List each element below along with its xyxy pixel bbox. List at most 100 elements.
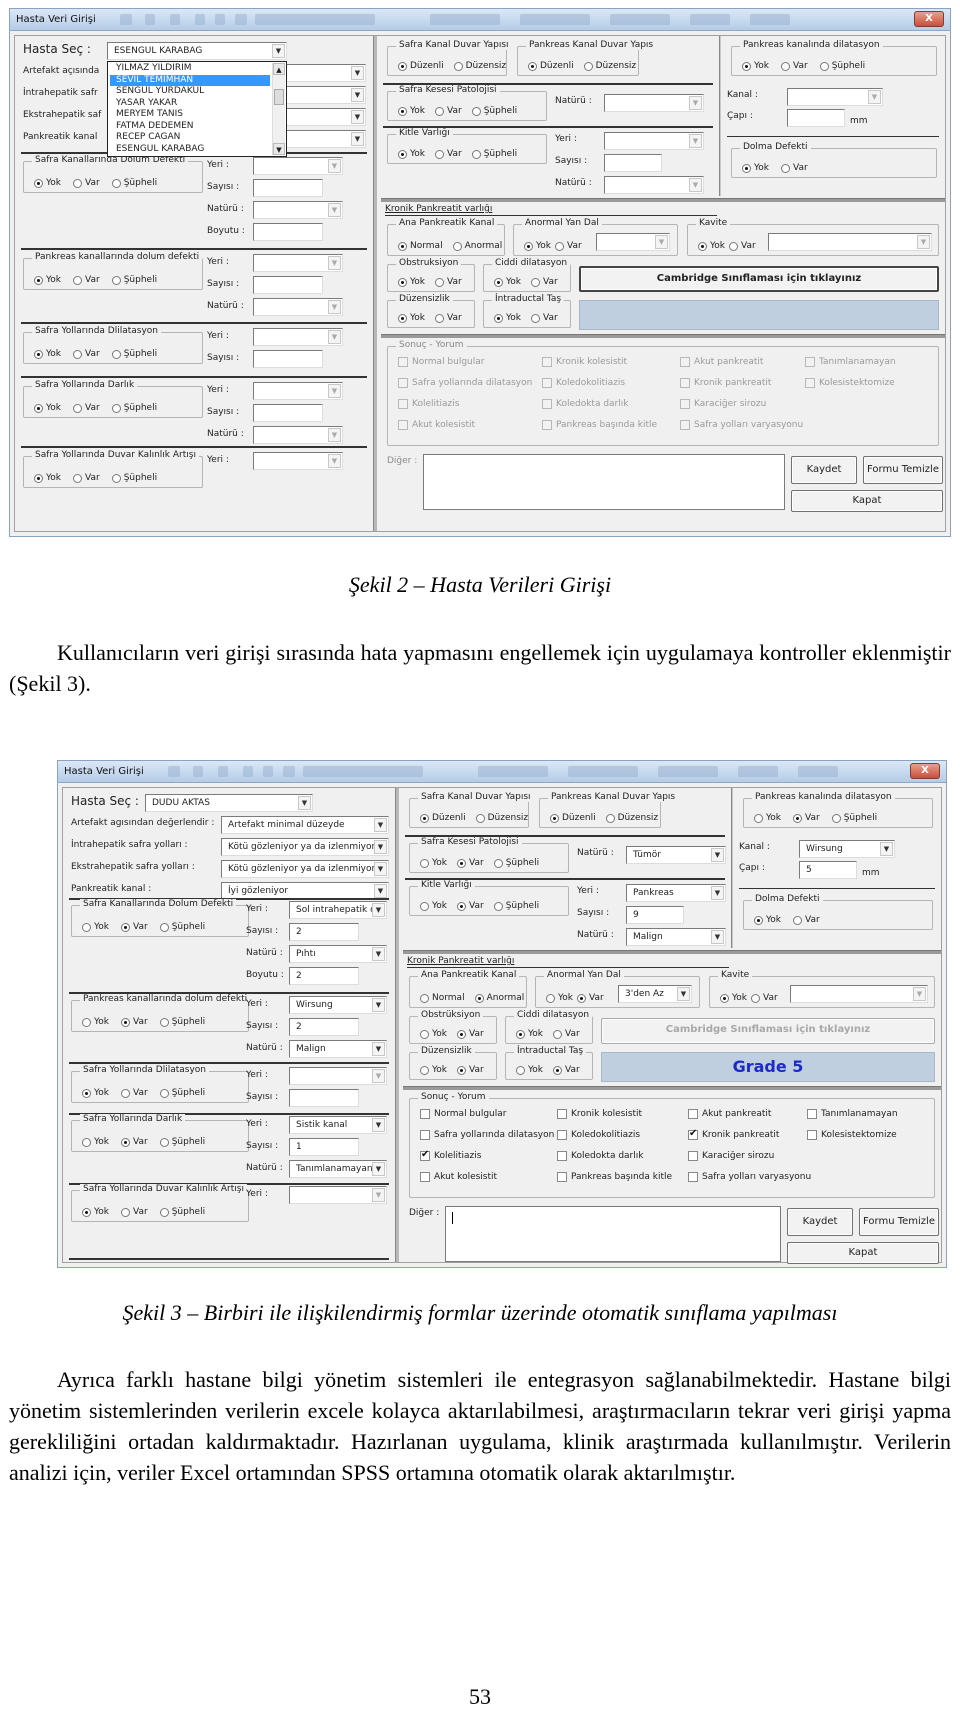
ciddi-radio-1[interactable]: Var <box>531 277 558 287</box>
sonuc-checkbox-item[interactable]: Safra yolları varyasyonu <box>680 420 803 430</box>
sonuc-checkbox-item[interactable]: Koledokta darlık <box>557 1151 643 1161</box>
radio-button-icon[interactable] <box>398 106 407 116</box>
radio-button-icon[interactable] <box>577 993 587 1003</box>
radio-button-icon[interactable] <box>831 813 841 823</box>
field-combo[interactable]: Tanımlanamayan ▼ <box>289 1160 387 1178</box>
intraductal-radio-1[interactable]: Var <box>531 313 558 323</box>
radio-button-icon[interactable] <box>742 61 751 71</box>
radio-button-icon[interactable] <box>121 1137 131 1147</box>
checkbox-icon[interactable] <box>542 420 552 430</box>
safra-kesesi-radio-0[interactable]: Yok <box>398 106 425 116</box>
hasta-sec-combo[interactable]: DUDU AKTAS ▼ <box>145 794 313 812</box>
left-group-4-radio-0[interactable]: Yok <box>82 1207 109 1217</box>
left-group-2-radio-0[interactable]: Yok <box>82 1088 109 1098</box>
pankreas-kanal-duvar-radio-0[interactable]: Düzenli <box>528 61 574 71</box>
radio-button-icon[interactable] <box>398 61 407 71</box>
radio-button-icon[interactable] <box>111 349 121 359</box>
sonuc-checkbox-item[interactable]: Kolelitiazis <box>420 1149 481 1161</box>
dropdown-option[interactable]: YILMAZ YILDIRIM <box>110 63 270 75</box>
field-text[interactable] <box>253 350 323 368</box>
field-text[interactable]: 1 <box>289 1138 359 1156</box>
radio-button-icon[interactable] <box>111 403 121 413</box>
radio-button-icon[interactable] <box>73 473 83 483</box>
chevron-down-icon[interactable]: ▼ <box>372 1042 385 1056</box>
scroll-thumb[interactable] <box>274 89 284 105</box>
dropdown-option[interactable]: YASAR YAKAR <box>110 98 270 110</box>
radio-button-icon[interactable] <box>34 403 43 413</box>
kapat-button[interactable]: Kapat <box>791 490 943 512</box>
sonuc-checkbox-item[interactable]: Akut kolesistit <box>420 1172 497 1182</box>
radio-button-icon[interactable] <box>457 1065 467 1075</box>
checkbox-icon[interactable] <box>542 357 552 367</box>
chevron-down-icon[interactable]: ▼ <box>868 90 881 104</box>
kitle-naturu-combo[interactable]: ▼ <box>604 176 704 194</box>
kanal-combo[interactable]: Wirsung ▼ <box>799 840 895 858</box>
field-text[interactable] <box>289 1089 359 1107</box>
hasta-sec-combo[interactable]: ESENGUL KARABAG ▼ <box>107 42 287 60</box>
radio-button-icon[interactable] <box>550 813 559 823</box>
radio-button-icon[interactable] <box>435 106 445 116</box>
obstruksiyon-radio-0[interactable]: Yok <box>420 1029 447 1039</box>
field-text[interactable] <box>253 223 323 241</box>
ciddi-radio-0[interactable]: Yok <box>516 1029 543 1039</box>
radio-button-icon[interactable] <box>34 473 43 483</box>
safra-kanal-duvar-radio-1[interactable]: Düzensiz <box>475 813 528 823</box>
sonuc-checkbox-item[interactable]: Normal bulgular <box>420 1109 506 1119</box>
left-group-1-radio-0[interactable]: Yok <box>34 275 61 285</box>
sonuc-checkbox-item[interactable]: Koledokolitiazis <box>557 1130 640 1140</box>
safra-kesesi-radio-0[interactable]: Yok <box>420 858 447 868</box>
radio-button-icon[interactable] <box>435 277 445 287</box>
chevron-down-icon[interactable]: ▼ <box>372 1069 385 1083</box>
anormal-yan-dal-combo[interactable]: 3'den Az ▼ <box>618 985 692 1003</box>
radio-button-icon[interactable] <box>73 275 83 285</box>
field-text[interactable]: 2 <box>289 967 359 985</box>
left-group-0-radio-0[interactable]: Yok <box>34 178 61 188</box>
checkbox-icon[interactable] <box>398 399 408 409</box>
checkbox-icon[interactable] <box>557 1130 567 1140</box>
chevron-down-icon[interactable]: ▼ <box>374 840 387 854</box>
sonuc-checkbox-item[interactable]: Akut pankreatit <box>688 1109 771 1119</box>
chevron-down-icon[interactable]: ▼ <box>880 842 893 856</box>
radio-button-icon[interactable] <box>420 993 429 1003</box>
checkbox-icon[interactable] <box>420 1109 430 1119</box>
chevron-down-icon[interactable]: ▼ <box>689 178 702 192</box>
field-text[interactable]: 2 <box>289 923 359 941</box>
radio-button-icon[interactable] <box>159 922 169 932</box>
kitle-radio-2[interactable]: Şüpheli <box>493 901 539 911</box>
kavite-combo[interactable]: ▼ <box>790 985 928 1003</box>
capi-input[interactable]: 5 <box>799 861 857 879</box>
left-group-3-radio-0[interactable]: Yok <box>82 1137 109 1147</box>
kavite-radio-0[interactable]: Yok <box>698 241 725 251</box>
field-combo[interactable]: Pıhtı ▼ <box>289 945 387 963</box>
pankreas-kanal-duvar-radio-1[interactable]: Düzensiz <box>605 813 658 823</box>
chevron-down-icon[interactable]: ▼ <box>677 987 690 1001</box>
chevron-down-icon[interactable]: ▼ <box>655 235 668 249</box>
anormal-yan-dal-radio-1[interactable]: Var <box>555 241 582 251</box>
intraductal-radio-0[interactable]: Yok <box>516 1065 543 1075</box>
cambridge-classification-button[interactable]: Cambridge Sınıflaması için tıklayınız <box>579 266 939 292</box>
radio-button-icon[interactable] <box>82 1088 91 1098</box>
radio-button-icon[interactable] <box>121 1207 131 1217</box>
sonuc-checkbox-item[interactable]: Karaciğer sirozu <box>688 1151 774 1161</box>
chevron-down-icon[interactable]: ▼ <box>372 947 385 961</box>
checkbox-icon[interactable] <box>557 1151 567 1161</box>
safra-kanal-duvar-radio-0[interactable]: Düzenli <box>420 813 466 823</box>
kitle-radio-2[interactable]: Şüpheli <box>471 149 517 159</box>
left-group-4-radio-2[interactable]: Şüpheli <box>111 473 157 483</box>
sonuc-checkbox-item[interactable]: Pankreas başında kitle <box>542 420 657 430</box>
left-group-1-radio-2[interactable]: Şüpheli <box>111 275 157 285</box>
radio-button-icon[interactable] <box>435 149 445 159</box>
chevron-down-icon[interactable]: ▼ <box>351 88 364 102</box>
kanal-combo[interactable]: ▼ <box>787 88 883 106</box>
radio-button-icon[interactable] <box>457 901 467 911</box>
radio-button-icon[interactable] <box>420 858 429 868</box>
left-group-0-radio-0[interactable]: Yok <box>82 922 109 932</box>
ciddi-radio-0[interactable]: Yok <box>494 277 521 287</box>
checkbox-icon[interactable] <box>557 1109 567 1119</box>
field-text[interactable] <box>253 404 323 422</box>
safra-kesesi-naturu-combo[interactable]: Tümör ▼ <box>626 846 726 864</box>
chevron-down-icon[interactable]: ▼ <box>711 886 724 900</box>
left-group-3-radio-1[interactable]: Var <box>121 1137 148 1147</box>
field-combo[interactable]: Sol intrahepatik da ▼ <box>289 901 387 919</box>
radio-button-icon[interactable] <box>420 1065 429 1075</box>
